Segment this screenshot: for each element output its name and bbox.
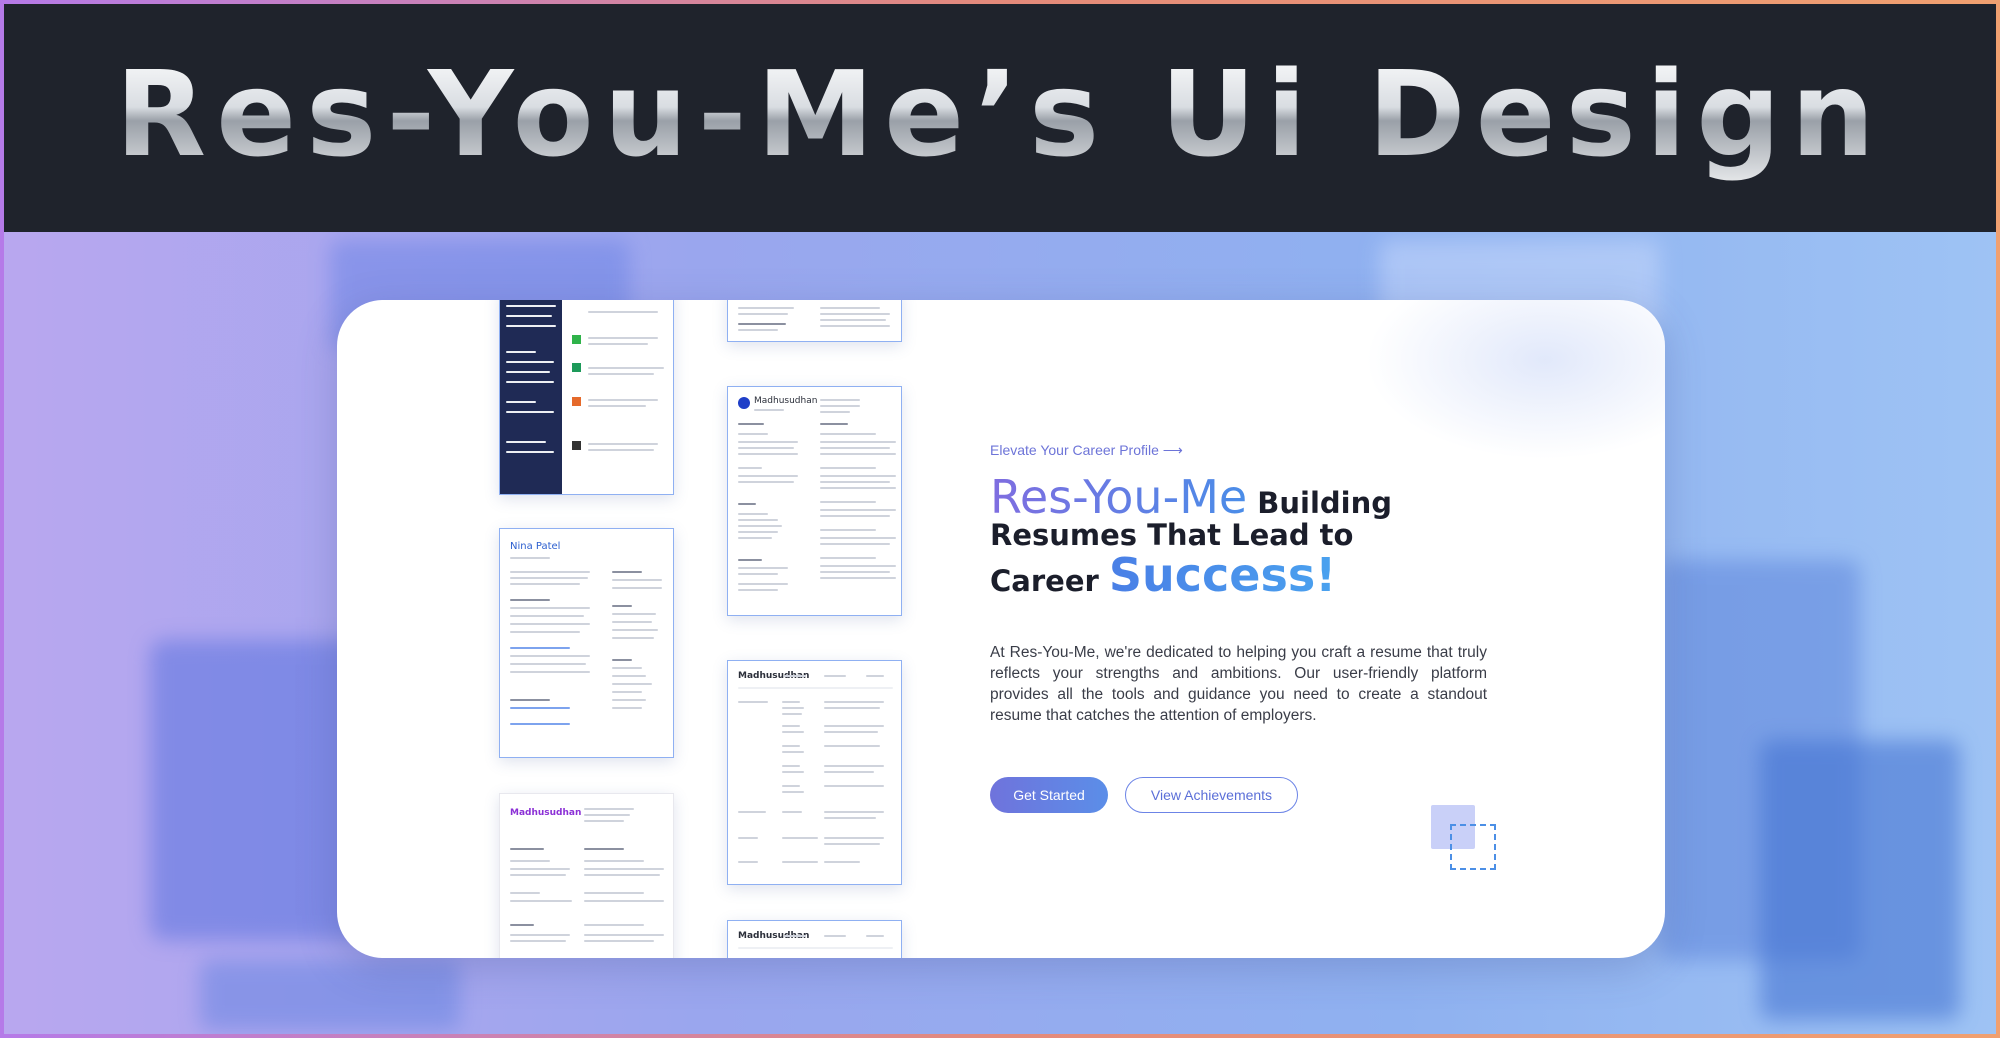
- heading-accent-success: Success!: [1108, 548, 1337, 602]
- banner-title: Res-You-Me’s Ui Design: [115, 45, 1885, 183]
- view-achievements-button[interactable]: View Achievements: [1125, 777, 1298, 813]
- card-glow: [1365, 300, 1665, 460]
- brand-name: Res-You-Me: [990, 470, 1248, 524]
- resume-name: Nina Patel: [510, 541, 561, 552]
- hero-description: At Res-You-Me, we're dedicated to helpin…: [990, 644, 1487, 724]
- decorative-dashed-square: [1450, 824, 1496, 870]
- resume-template-thumbnail[interactable]: Madhusudhan: [727, 386, 902, 616]
- heading-line2: Resumes That Lead to: [990, 518, 1354, 552]
- resume-template-thumbnail[interactable]: Madhusudhan: [499, 793, 674, 958]
- resume-template-thumbnail[interactable]: [727, 300, 902, 342]
- resume-sidebar: [500, 300, 562, 494]
- resume-template-thumbnail[interactable]: Madhusudhan: [727, 920, 902, 958]
- resume-name: Madhusudhan: [754, 396, 818, 406]
- resume-template-thumbnail[interactable]: Madhusudhan: [727, 660, 902, 885]
- landing-preview-card: Nina Patel Madhusudhan Madhusudhan Madhu…: [337, 300, 1665, 958]
- resume-name: Madhusudhan: [510, 808, 582, 818]
- get-started-button[interactable]: Get Started: [990, 777, 1108, 813]
- title-banner: Res-You-Me’s Ui Design: [0, 0, 2000, 232]
- heading-line1-rest: Building: [1247, 486, 1393, 520]
- resume-template-thumbnail[interactable]: [499, 300, 674, 495]
- eyebrow-link[interactable]: Elevate Your Career Profile ⟶: [990, 442, 1183, 459]
- heading-line3-prefix: Career: [990, 564, 1109, 598]
- blurred-background-shape: [200, 960, 460, 1030]
- hero-heading: Res-You-Me Building Resumes That Lead to…: [990, 470, 1510, 602]
- blurred-background-shape: [1760, 740, 1960, 1020]
- resume-template-thumbnail[interactable]: Nina Patel: [499, 528, 674, 758]
